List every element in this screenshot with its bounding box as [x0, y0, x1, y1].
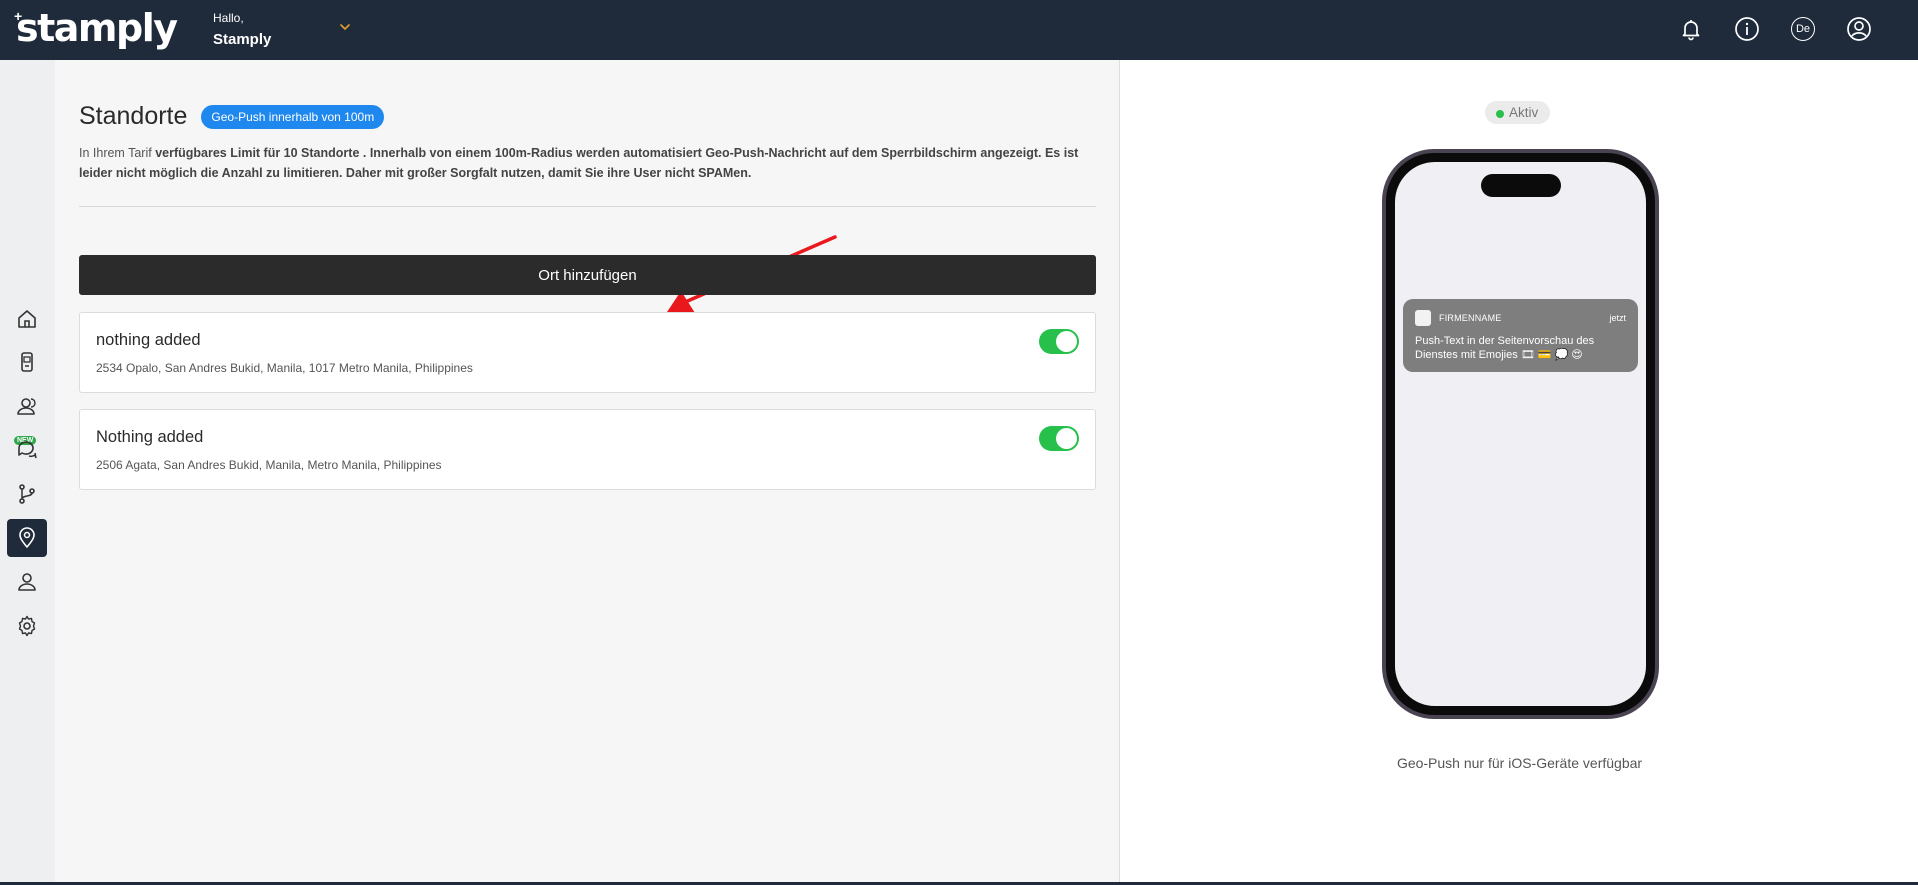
description-limit: verfügbares Limit für 10 Standorte . Inn…	[79, 146, 1079, 180]
location-address: 2506 Agata, San Andres Bukid, Manila, Me…	[96, 458, 442, 472]
greeting-text: Hallo,	[213, 11, 244, 25]
location-title: Nothing added	[96, 428, 204, 446]
phone-mockup: FIRMENNAME jetzt Push-Text in der Seiten…	[1382, 149, 1659, 719]
customers-icon	[17, 398, 36, 415]
settings-icon	[18, 615, 36, 637]
user-account-icon[interactable]	[1845, 15, 1873, 43]
location-active-toggle[interactable]	[1039, 426, 1079, 451]
app-icon	[1415, 310, 1431, 326]
phone-card-icon	[21, 352, 33, 372]
home-icon	[18, 310, 36, 328]
notification-app-name: FIRMENNAME	[1439, 313, 1502, 323]
page-title: Standorte	[79, 102, 188, 130]
divider	[79, 206, 1096, 207]
language-label: De	[1791, 17, 1815, 41]
push-preview-panel: Aktiv FIRMENNAME jetzt Push-Text in der …	[1121, 60, 1918, 882]
info-icon[interactable]	[1733, 15, 1761, 43]
sidebar-item-users[interactable]	[7, 563, 47, 601]
sidebar-item-chat[interactable]	[7, 431, 47, 469]
tariff-description: In Ihrem Tarif verfügbares Limit für 10 …	[79, 143, 1099, 183]
location-pin-icon	[19, 527, 35, 548]
user-icon	[18, 573, 36, 591]
notification-text: Push-Text in der Seitenvorschau des Dien…	[1415, 335, 1595, 361]
user-greeting[interactable]: Hallo, Stamply	[213, 11, 271, 48]
flow-icon	[19, 484, 35, 504]
account-name: Stamply	[213, 31, 272, 48]
geo-push-badge: Geo-Push innerhalb von 100m	[201, 104, 385, 129]
sidebar-item-flows[interactable]	[7, 475, 47, 513]
locations-panel: Standorte Geo-Push innerhalb von 100m In…	[55, 60, 1120, 882]
sidebar-item-settings[interactable]	[7, 607, 47, 645]
chat-icon	[18, 441, 37, 459]
title-row: Standorte Geo-Push innerhalb von 100m	[79, 102, 385, 131]
bell-icon[interactable]	[1677, 15, 1705, 43]
top-bar: + stamply Hallo, Stamply De	[0, 0, 1918, 60]
notification-time: jetzt	[1609, 313, 1626, 323]
phone-screen: FIRMENNAME jetzt Push-Text in der Seiten…	[1395, 162, 1646, 706]
status-badge: Aktiv	[1485, 101, 1551, 124]
location-card[interactable]: nothing added 2534 Opalo, San Andres Buk…	[79, 312, 1096, 393]
location-title: nothing added	[96, 331, 201, 349]
sidebar-item-locations[interactable]	[7, 519, 47, 557]
language-icon[interactable]: De	[1789, 15, 1817, 43]
push-notification: FIRMENNAME jetzt Push-Text in der Seiten…	[1403, 299, 1638, 372]
sidebar-item-customers[interactable]	[7, 387, 47, 425]
sidebar-item-home[interactable]	[7, 300, 47, 338]
location-address: 2534 Opalo, San Andres Bukid, Manila, 10…	[96, 361, 473, 375]
sidebar: NEW	[0, 60, 55, 882]
add-location-button[interactable]: Ort hinzufügen	[79, 255, 1096, 295]
chevron-down-icon[interactable]	[338, 20, 352, 34]
ios-only-caption: Geo-Push nur für iOS-Geräte verfügbar	[1396, 755, 1643, 771]
stamply-logo[interactable]: stamply	[16, 6, 178, 50]
dynamic-island	[1481, 174, 1561, 197]
description-prefix: In Ihrem Tarif	[79, 146, 156, 160]
location-active-toggle[interactable]	[1039, 329, 1079, 354]
location-card[interactable]: Nothing added 2506 Agata, San Andres Buk…	[79, 409, 1096, 490]
sidebar-item-cards[interactable]	[7, 343, 47, 381]
